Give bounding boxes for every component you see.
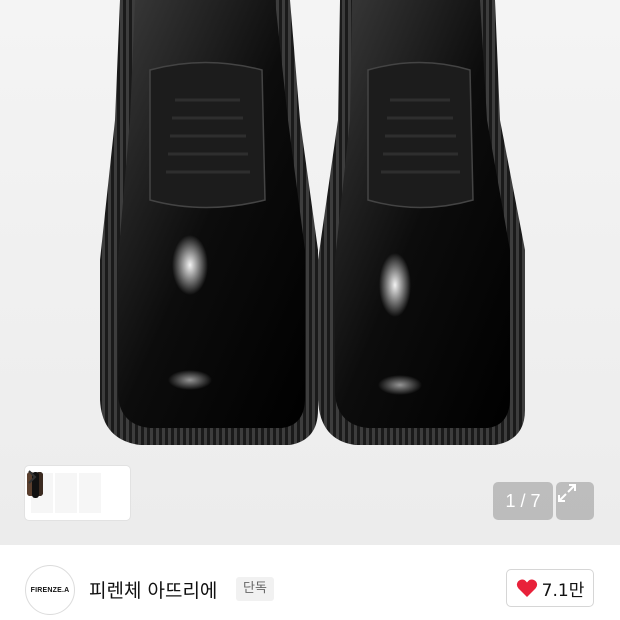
- thumbnail-3[interactable]: [32, 472, 101, 513]
- product-photo-shoes: [100, 0, 525, 445]
- image-counter: 1 / 7: [493, 482, 553, 520]
- chevron-right-icon[interactable]: [25, 466, 39, 488]
- exclusive-badge: 단독: [236, 577, 274, 601]
- brand-name[interactable]: 피렌체 아뜨리에: [89, 576, 217, 603]
- brand-logo[interactable]: FIRENZE.A: [25, 565, 75, 615]
- heart-icon: [516, 579, 537, 597]
- like-button[interactable]: 7.1만: [506, 569, 594, 607]
- product-image-gallery[interactable]: 1 / 7: [0, 0, 620, 545]
- thumbnail-2[interactable]: [27, 472, 77, 513]
- thumbnail-strip[interactable]: [25, 466, 130, 520]
- brand-info-row: FIRENZE.A 피렌체 아뜨리에 단독 7.1만: [0, 545, 620, 620]
- expand-icon: [558, 484, 576, 502]
- like-count: 7.1만: [541, 580, 585, 601]
- expand-button[interactable]: [556, 482, 594, 520]
